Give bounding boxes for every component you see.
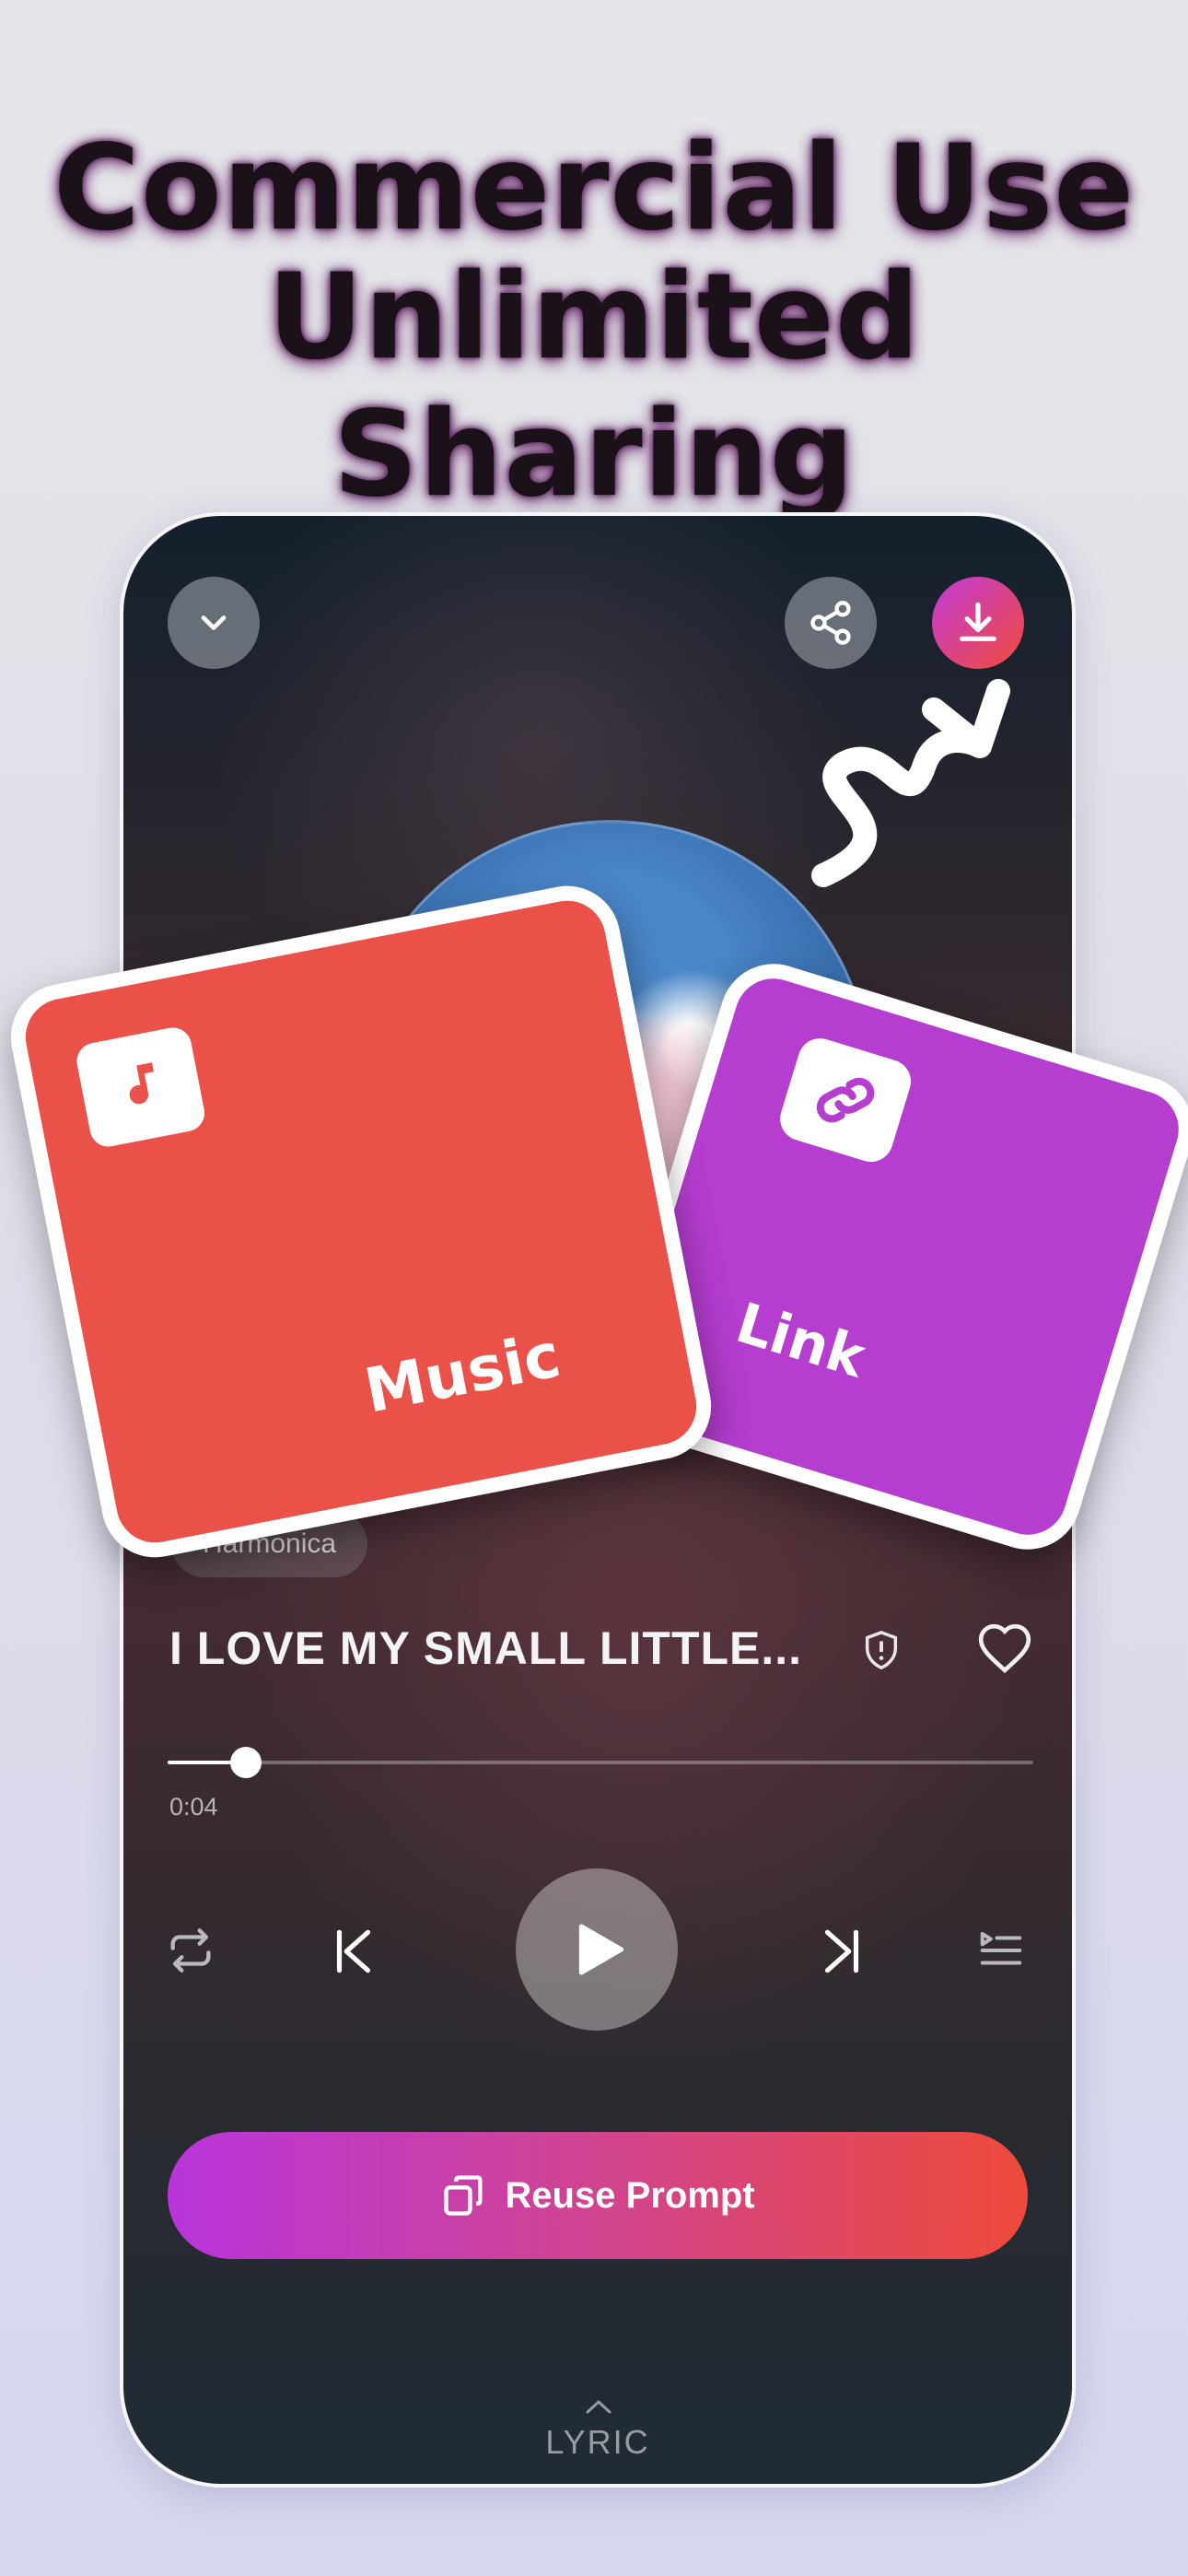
progress-track[interactable] (168, 1747, 1033, 1778)
chevron-up-icon[interactable] (580, 2395, 617, 2418)
reuse-prompt-label: Reuse Prompt (505, 2174, 755, 2216)
previous-button[interactable] (317, 1914, 390, 1988)
headline-line-1: Commercial Use (52, 120, 1136, 257)
download-icon (960, 602, 996, 641)
heart-icon[interactable] (976, 1622, 1033, 1679)
song-title: I LOVE MY SMALL LITTLE... (169, 1622, 803, 1674)
play-icon (578, 1924, 624, 1975)
skip-next-icon (824, 1929, 859, 1973)
music-folder-tile (74, 1024, 208, 1150)
music-share-card[interactable]: Music (1, 876, 721, 1567)
arrow-scribble-icon (811, 679, 1010, 887)
reuse-prompt-button[interactable]: Reuse Prompt (168, 2132, 1028, 2259)
link-icon (816, 1077, 875, 1123)
chevron-down-icon (201, 615, 227, 630)
copy-icon (444, 2175, 483, 2216)
play-button[interactable] (516, 1868, 678, 2031)
headline-line-2: Unlimited Sharing (267, 249, 921, 523)
next-button[interactable] (805, 1914, 879, 1988)
link-card-label: Link (728, 1291, 873, 1391)
repeat-icon (170, 1928, 211, 1973)
lyric-toggle[interactable]: LYRIC (123, 2423, 1072, 2462)
progress-thumb[interactable] (229, 1747, 262, 1778)
music-card-label: Music (359, 1319, 566, 1427)
collapse-button[interactable] (168, 577, 260, 669)
repeat-button[interactable] (158, 1918, 223, 1983)
queue-icon (980, 1931, 1022, 1965)
elapsed-time: 0:04 (169, 1793, 218, 1821)
shield-alert-icon[interactable] (860, 1629, 903, 1671)
queue-button[interactable] (969, 1918, 1033, 1983)
link-icon-tile (775, 1033, 916, 1167)
music-folder-icon (129, 1062, 154, 1105)
skip-previous-icon (336, 1929, 371, 1973)
share-icon (810, 601, 851, 645)
